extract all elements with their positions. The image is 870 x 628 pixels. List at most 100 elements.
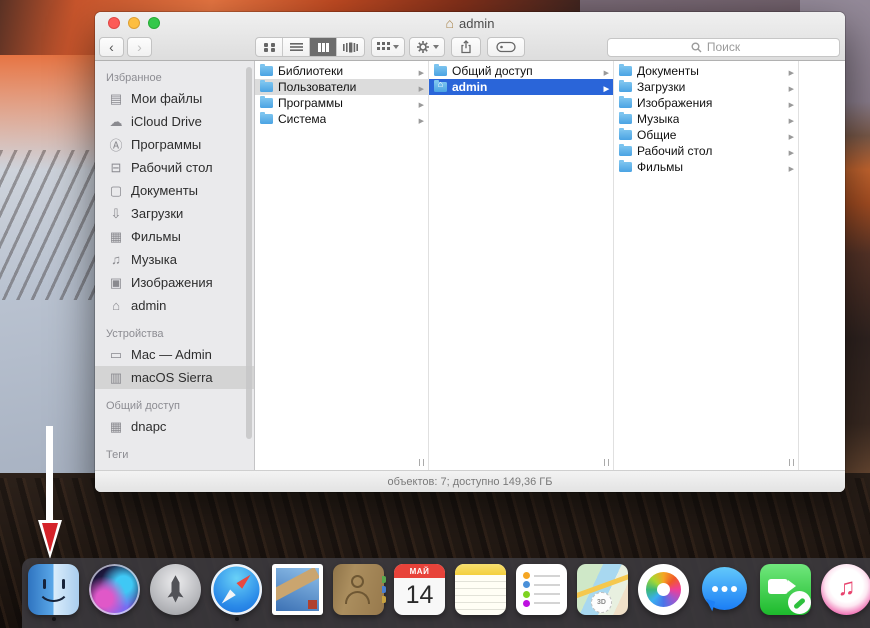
tag-button[interactable] [487,37,525,57]
file-row-public[interactable]: Общие [614,127,798,143]
sidebar-item-label: admin [131,298,166,313]
file-row-label: Пользователи [278,80,356,94]
close-button[interactable] [108,17,120,29]
list-view-button[interactable] [283,38,310,56]
messages-icon [702,567,747,610]
sidebar-item-label: dnapc [131,419,166,434]
applications-icon: Ⓐ [108,135,124,154]
sidebar-item-home-admin[interactable]: ⌂ admin [95,294,254,317]
sidebar-item-icloud-drive[interactable]: ☁iCloud Drive [95,110,254,133]
back-button[interactable]: ‹ [99,37,124,57]
file-row-documents[interactable]: Документы [614,63,798,79]
disclosure-arrow-icon [419,80,424,94]
file-row-libraries[interactable]: Библиотеки [255,63,428,79]
action-menu-button[interactable] [409,37,445,57]
share-button[interactable] [451,37,481,57]
column-resize-handle[interactable] [789,459,794,466]
dock-item-contacts[interactable] [333,564,384,615]
window-title: admin [446,15,495,31]
desktop: admin ‹ › [0,0,870,628]
file-row-label: admin [452,80,487,94]
sidebar-item-tag-red[interactable]: ●Красный [95,464,254,470]
forward-button[interactable]: › [127,37,152,57]
sidebar-section-header: Теги [95,438,254,464]
finder-window: admin ‹ › [95,12,845,492]
disclosure-arrow-icon [789,144,794,158]
chevron-down-icon [433,45,439,49]
file-row-pictures[interactable]: Изображения [614,95,798,111]
column-browser: Библиотеки Пользователи Программы Система Об… [255,61,845,470]
file-row-label: Программы [278,96,343,110]
safari-icon [211,564,262,615]
disclosure-arrow-icon [789,64,794,78]
file-row-users[interactable]: Пользователи [255,79,428,95]
dock-item-mail[interactable] [272,564,323,615]
minimize-button[interactable] [128,17,140,29]
folder-icon [619,98,632,108]
sidebar-item-pictures[interactable]: ▣Изображения [95,271,254,294]
sidebar-item-documents[interactable]: ▢ Документы [95,179,254,202]
search-input[interactable] [607,38,840,57]
home-icon: ⌂ [108,298,124,313]
zoom-button[interactable] [148,17,160,29]
dock-item-messages[interactable] [699,564,750,615]
sidebar-item-movies[interactable]: ▦Фильмы [95,225,254,248]
list-view-icon [290,42,303,53]
file-row-movies[interactable]: Фильмы [614,159,798,175]
siri-icon [89,564,140,615]
file-row-shared[interactable]: Общий доступ [429,63,613,79]
arrange-button[interactable] [371,37,405,57]
disclosure-arrow-icon [419,96,424,110]
file-row-label: Библиотеки [278,64,343,78]
dock-item-siri[interactable] [89,564,140,615]
music-note-icon: ♫ [108,252,124,267]
dock-item-launchpad[interactable] [150,564,201,615]
network-computer-icon: ▦ [108,419,124,435]
sidebar-item-applications[interactable]: ⒶПрограммы [95,133,254,156]
running-indicator [52,617,56,621]
file-row-applications[interactable]: Программы [255,95,428,111]
chevron-down-icon [393,45,399,49]
icon-view-button[interactable] [256,38,283,56]
file-row-system[interactable]: Система [255,111,428,127]
sidebar-item-my-files[interactable]: ▤Мои файлы [95,87,254,110]
sidebar-item-label: Документы [131,183,198,198]
coverflow-view-button[interactable] [337,38,364,56]
file-row-label: Система [278,112,326,126]
dock-item-facetime[interactable] [760,564,811,615]
sidebar-section-header: Общий доступ [95,389,254,415]
sidebar-item-mac-admin[interactable]: ▭Mac — Admin [95,343,254,366]
wallpaper-rock-streaks [0,150,100,300]
sidebar-item-macos-sierra[interactable]: ▥ macOS Sierra [95,366,254,389]
folder-icon [619,146,632,156]
file-row-downloads[interactable]: Загрузки [614,79,798,95]
disk-icon: ▥ [108,370,124,386]
file-row-label: Рабочий стол [637,144,712,158]
file-row-desktop[interactable]: Рабочий стол [614,143,798,159]
sidebar-item-dnapc[interactable]: ▦ dnapc [95,415,254,438]
facetime-icon [760,564,811,615]
dock-item-maps[interactable]: 3D [577,564,628,615]
dock-item-photos[interactable] [638,564,689,615]
sidebar-item-downloads[interactable]: ⇩Загрузки [95,202,254,225]
dock-item-itunes[interactable] [821,564,870,615]
folder-icon [260,82,273,92]
disclosure-arrow-icon [789,96,794,110]
dock-item-finder[interactable] [28,564,79,615]
document-icon: ▢ [108,183,124,199]
dock-item-safari[interactable] [211,564,262,615]
finder-column-4 [799,61,845,470]
dock-item-calendar[interactable]: МАЙ14 [394,564,445,615]
file-row-music[interactable]: Музыка [614,111,798,127]
titlebar[interactable]: admin [95,12,845,34]
sidebar-scrollbar[interactable] [246,67,252,439]
column-resize-handle[interactable] [419,459,424,466]
file-row-admin[interactable]: admin [429,79,613,95]
dock-item-reminders[interactable] [516,564,567,615]
sidebar-item-desktop[interactable]: ⊟Рабочий стол [95,156,254,179]
sidebar-item-label: macOS Sierra [131,370,213,385]
column-resize-handle[interactable] [604,459,609,466]
dock-item-notes[interactable] [455,564,506,615]
column-view-button[interactable] [310,38,337,56]
sidebar-item-music[interactable]: ♫Музыка [95,248,254,271]
